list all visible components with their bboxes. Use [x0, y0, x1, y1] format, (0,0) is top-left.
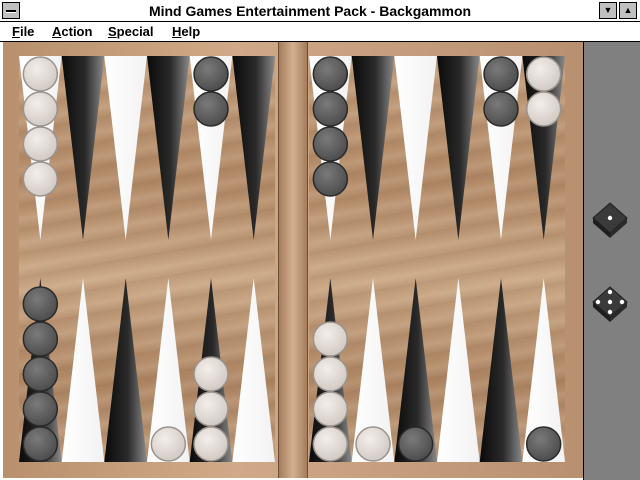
light-checker[interactable]	[150, 426, 187, 462]
bottom-point-10[interactable]	[479, 278, 523, 462]
dark-checker[interactable]	[22, 391, 59, 427]
dark-checker[interactable]	[312, 161, 349, 197]
top-point-8[interactable]	[394, 56, 438, 240]
light-checker[interactable]	[355, 426, 391, 462]
top-point-5[interactable]	[232, 56, 276, 240]
dark-checker[interactable]	[525, 426, 562, 462]
light-checker[interactable]	[22, 126, 59, 162]
bottom-point-5[interactable]	[232, 278, 276, 462]
bottom-point-2[interactable]	[104, 278, 148, 462]
dark-checker[interactable]	[193, 56, 229, 92]
bottom-point-9[interactable]	[437, 278, 480, 462]
light-checker[interactable]	[312, 321, 349, 357]
light-checker[interactable]	[312, 356, 349, 392]
dark-checker[interactable]	[483, 91, 519, 127]
light-checker[interactable]	[312, 391, 349, 427]
top-point-9[interactable]	[437, 56, 480, 240]
dark-checker[interactable]	[483, 56, 519, 92]
light-checker[interactable]	[22, 56, 59, 92]
light-checker[interactable]	[525, 91, 562, 127]
light-checker[interactable]	[22, 91, 59, 127]
dark-checker[interactable]	[193, 91, 229, 127]
top-point-2[interactable]	[104, 56, 148, 240]
dark-checker[interactable]	[312, 56, 349, 92]
light-checker[interactable]	[312, 426, 349, 462]
top-point-3[interactable]	[147, 56, 190, 240]
dark-checker[interactable]	[22, 426, 59, 462]
die-1[interactable]	[592, 202, 628, 238]
dark-checker[interactable]	[22, 286, 59, 322]
light-checker[interactable]	[22, 161, 59, 197]
dark-checker[interactable]	[312, 126, 349, 162]
light-checker[interactable]	[193, 426, 229, 462]
dark-checker[interactable]	[22, 356, 59, 392]
dark-checker[interactable]	[397, 426, 434, 462]
light-checker[interactable]	[193, 391, 229, 427]
die-2[interactable]	[592, 286, 628, 322]
dark-checker[interactable]	[312, 91, 349, 127]
top-point-7[interactable]	[351, 56, 395, 240]
dark-checker[interactable]	[22, 321, 59, 357]
light-checker[interactable]	[525, 56, 562, 92]
board-layer	[19, 56, 628, 462]
top-point-1[interactable]	[61, 56, 105, 240]
light-checker[interactable]	[193, 356, 229, 392]
bottom-point-1[interactable]	[61, 278, 105, 462]
